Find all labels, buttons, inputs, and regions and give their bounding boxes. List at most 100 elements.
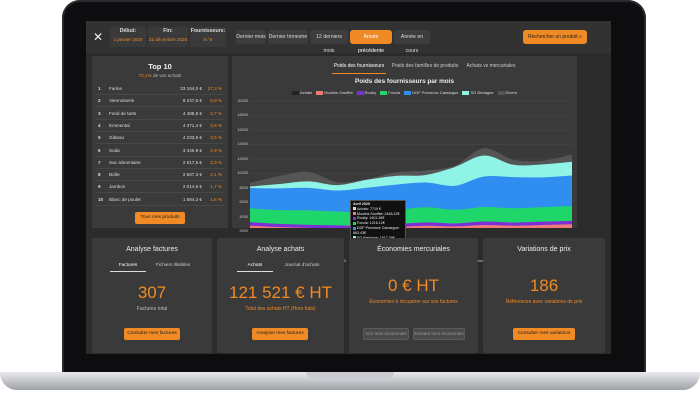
purchase-total-value: 121 521 € HT xyxy=(228,283,332,302)
card-title: Variations de prix xyxy=(517,246,571,253)
period-current-year-button[interactable]: Année en cours xyxy=(394,30,430,54)
top10-amount: 4 233,6 € xyxy=(182,135,202,141)
search-product-button[interactable]: Rechercher un produit ⌕ xyxy=(523,30,587,44)
tooltip-swatch xyxy=(353,226,356,230)
card-title: Économies mercuriales xyxy=(377,246,450,253)
table-row: 10 Blanc de poulet 1 884,3 € 1,6 % xyxy=(96,194,224,206)
start-date-box[interactable]: Début: 1 janvier 2020 xyxy=(110,27,146,47)
top10-pct: 1,7 % xyxy=(210,184,222,190)
tab-unreadable-files[interactable]: Fichiers illisibles xyxy=(150,260,196,271)
top10-subtitle: 72,1% de vos achats xyxy=(138,73,182,78)
top10-amount: 8 247,6 € xyxy=(182,98,202,104)
all-products-button[interactable]: Tous mes produits xyxy=(135,212,185,224)
tooltip-row: DGF Provence Camargue: 863.43€ xyxy=(353,226,403,236)
extract-savings-button[interactable]: Extraire mes économies xyxy=(413,328,465,340)
top10-amount: 33 164,0 € xyxy=(180,86,202,91)
top10-rank: 8 xyxy=(98,172,101,178)
end-date-value: 31 décembre 2020 xyxy=(148,37,188,42)
top10-rank: 10 xyxy=(98,196,104,202)
tooltip-label: DGF Provence Camargue: 863.43€ xyxy=(353,225,400,235)
tooltip-label: Rouby: 1401.36€ xyxy=(357,216,385,221)
table-row: 3 Fond de tarte 4 488,8 € 3,7 % xyxy=(96,108,224,120)
table-row: 1 Farine 33 164,0 € 27,3 % xyxy=(96,83,224,95)
top10-name: Sac alimentaire xyxy=(109,159,141,165)
chart-panel: Poids des fournisseurs Poids des famille… xyxy=(232,56,586,263)
start-date-label: Début: xyxy=(119,28,137,34)
purchase-total-caption: Total des achats HT (Hors frais) xyxy=(245,306,316,312)
y-tick-label: 2000 xyxy=(239,229,248,233)
savings-value: 0 € HT xyxy=(387,276,440,295)
card-purchase-analysis: Analyse achats Achats Journal d'achats 1… xyxy=(217,238,344,353)
top10-name: Boîte xyxy=(109,172,120,178)
top10-name: Fond de tarte xyxy=(109,110,137,116)
period-last-12-months-button[interactable]: 12 derniers mois xyxy=(310,30,348,54)
top10-pct: 3,7 % xyxy=(210,110,222,116)
top10-pct: 27,3 % xyxy=(207,86,222,91)
end-date-label: Fin: xyxy=(163,28,173,34)
top10-rank: 2 xyxy=(98,98,101,104)
tooltip-swatch xyxy=(353,221,356,225)
tab-purchases[interactable]: Achats xyxy=(237,260,273,272)
tooltip-label: Foncia: 1216.12€ xyxy=(357,221,385,226)
top10-name: Soda xyxy=(109,147,120,153)
close-icon[interactable]: ✕ xyxy=(91,30,105,44)
top10-panel: Top 10 72,1% de vos achats 1 Farine 33 164… xyxy=(92,56,228,228)
period-last-month-button[interactable]: Dernier mois xyxy=(236,30,266,44)
top10-name: Viennoiserie xyxy=(109,98,135,104)
tooltip-swatch xyxy=(353,216,356,220)
table-row: 2 Viennoiserie 8 247,6 € 6,8 % xyxy=(96,95,224,108)
variations-value: 186 xyxy=(529,276,559,295)
start-date-value: 1 janvier 2020 xyxy=(113,37,143,42)
tab-invoices[interactable]: Factures xyxy=(110,260,146,272)
variations-caption: Références avec variations de prix xyxy=(505,299,583,305)
card-mercurial-savings: Économies mercuriales 0 € HT Économies à… xyxy=(349,238,478,353)
period-previous-year-button[interactable]: Année précédente xyxy=(350,30,392,54)
analyze-invoices-button[interactable]: Analyser mes factures xyxy=(252,328,308,340)
card-price-variations: Variations de prix 186 Références avec v… xyxy=(483,238,605,353)
search-icon: ⌕ xyxy=(579,34,582,40)
suppliers-label: Fournisseurs: xyxy=(190,28,226,34)
top10-rank: 7 xyxy=(98,159,101,165)
tooltip-label: Moulins Soufflet: 2448.12€ xyxy=(357,211,400,216)
top10-name: Gâteau xyxy=(109,135,125,141)
top10-amount: 3 446,8 € xyxy=(182,147,202,153)
top10-name: Emmental xyxy=(109,122,130,128)
view-invoices-button[interactable]: Consulter mes factures xyxy=(124,328,180,340)
top10-pct: 1,6 % xyxy=(210,196,222,202)
top10-pct: 2,1 % xyxy=(210,172,222,178)
table-row: 9 Jambon 2 014,6 € 1,7 % xyxy=(96,181,224,194)
top10-name: Farine xyxy=(109,86,123,91)
top10-amount: 2 014,6 € xyxy=(182,184,202,190)
top10-pct: 2,8 % xyxy=(210,147,222,153)
top10-pct: 3,5 % xyxy=(210,135,222,141)
filter-bar: ✕ Début: 1 janvier 2020 Fin: 31 décembre… xyxy=(86,21,611,54)
top10-rank: 6 xyxy=(98,147,101,153)
table-row: 5 Gâteau 4 233,6 € 3,5 % xyxy=(96,132,224,145)
card-title: Analyse factures xyxy=(126,246,178,253)
table-row: 8 Boîte 2 567,3 € 2,1 % xyxy=(96,169,224,182)
top10-name: Blanc de poulet xyxy=(109,196,141,202)
table-row: 4 Emmental 4 371,4 € 3,6 % xyxy=(96,120,224,132)
view-variations-button[interactable]: Consulter mes variations xyxy=(513,328,575,340)
suppliers-box[interactable]: Fournisseurs: 8 / 8 xyxy=(190,27,226,47)
top10-amount: 1 884,3 € xyxy=(182,196,202,202)
top10-name: Jambon xyxy=(109,184,126,190)
tooltip-swatch xyxy=(353,212,356,216)
period-last-quarter-button[interactable]: Dernier trimestre xyxy=(268,30,308,44)
invoice-count-caption: Factures total xyxy=(136,306,168,312)
tab-purchase-journal[interactable]: Journal d'achats xyxy=(279,260,325,271)
laptop-notch xyxy=(306,372,394,378)
view-savings-button[interactable]: Voir mes économies xyxy=(363,328,409,340)
savings-caption: Économies à récupérer sur vos factures xyxy=(369,299,458,305)
tooltip-label: Achats: 7719 € xyxy=(357,206,381,211)
dashboard-screen: ✕ Début: 1 janvier 2020 Fin: 31 décembre… xyxy=(86,21,611,354)
table-row: 6 Soda 3 446,8 € 2,8 % xyxy=(96,145,224,157)
top10-amount: 2 567,3 € xyxy=(182,172,202,178)
chart-tooltip: Avril 2020 Achats: 7719 € Moulins Souffle… xyxy=(350,200,406,244)
search-product-label: Rechercher un produit xyxy=(528,34,578,40)
top10-rank: 9 xyxy=(98,184,101,190)
end-date-box[interactable]: Fin: 31 décembre 2020 xyxy=(148,27,188,47)
top10-pct: 6,8 % xyxy=(210,98,222,104)
top10-title: Top 10 xyxy=(148,62,172,71)
table-row: 7 Sac alimentaire 2 817,5 € 2,3 % xyxy=(96,157,224,169)
